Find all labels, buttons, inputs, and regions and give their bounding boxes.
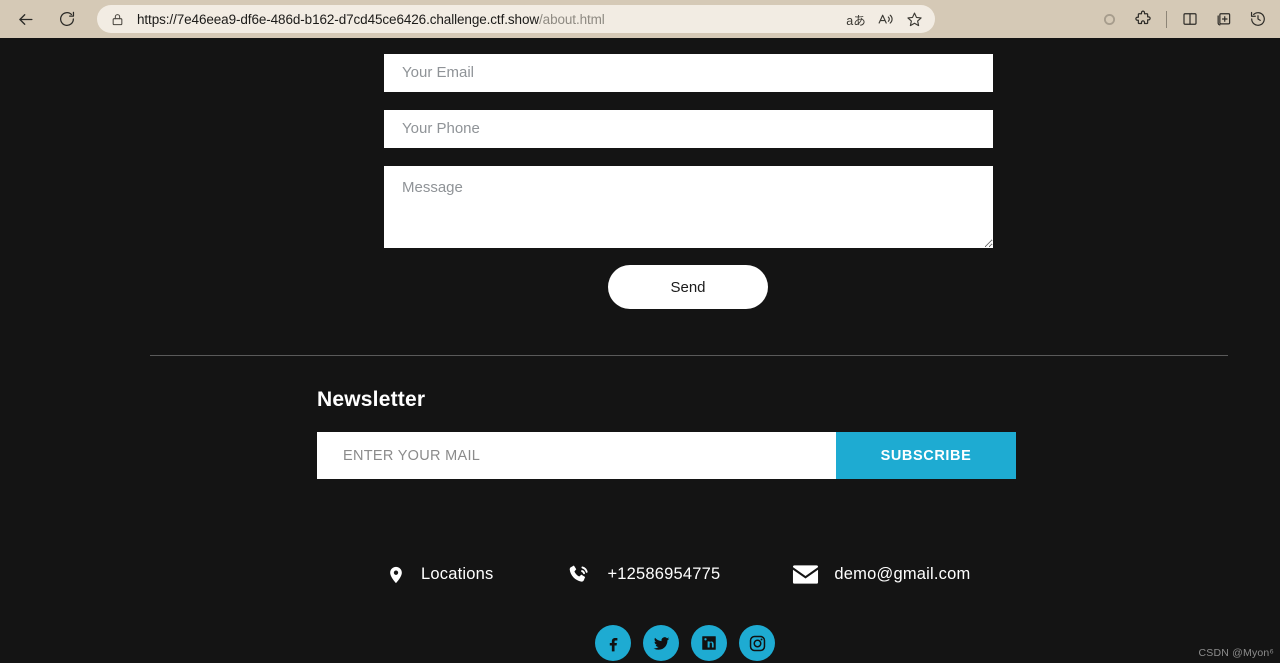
address-bar-actions: aあ xyxy=(843,5,927,33)
footer-divider xyxy=(150,355,1228,356)
split-screen-icon[interactable] xyxy=(1174,3,1206,35)
toolbar-separator xyxy=(1166,10,1167,28)
reload-icon xyxy=(60,11,75,27)
browser-reload-button[interactable] xyxy=(51,3,83,35)
contact-form xyxy=(384,54,993,248)
envelope-icon xyxy=(792,564,819,585)
instagram-icon xyxy=(749,635,765,651)
browser-back-button[interactable] xyxy=(9,3,41,35)
location-pin-icon xyxy=(386,563,406,587)
twitter-icon xyxy=(653,636,669,650)
contact-info-row: Locations +12586954775 demo@gmail.com xyxy=(386,562,970,587)
instagram-link[interactable] xyxy=(739,625,775,661)
history-icon[interactable] xyxy=(1242,3,1274,35)
extensions-puzzle-icon[interactable] xyxy=(1127,3,1159,35)
newsletter-email-input[interactable] xyxy=(317,432,836,479)
send-button[interactable]: Send xyxy=(608,265,768,309)
back-arrow-icon xyxy=(18,13,33,25)
address-bar[interactable]: https://7e46eea9-df6e-486d-b162-d7cd45ce… xyxy=(97,5,935,33)
collections-icon[interactable] xyxy=(1208,3,1240,35)
translate-icon[interactable]: aあ xyxy=(843,6,869,32)
contact-label-email: demo@gmail.com xyxy=(834,565,971,583)
linkedin-icon xyxy=(702,636,716,650)
url-domain: https://7e46eea9-df6e-486d-b162-d7cd45ce… xyxy=(137,11,540,27)
favorite-star-icon[interactable] xyxy=(901,6,927,32)
contact-item-email[interactable]: demo@gmail.com xyxy=(792,564,970,585)
contact-item-locations[interactable]: Locations xyxy=(386,563,493,587)
contact-label-phone: +12586954775 xyxy=(607,565,721,583)
phone-ringing-icon xyxy=(567,562,592,587)
page-content: Send Newsletter SUBSCRIBE Locations xyxy=(0,38,1280,663)
twitter-link[interactable] xyxy=(643,625,679,661)
lock-icon xyxy=(109,11,125,27)
browser-toolbar-right xyxy=(1093,0,1274,38)
phone-field[interactable] xyxy=(384,110,993,148)
copilot-icon[interactable] xyxy=(1093,3,1125,35)
browser-toolbar: https://7e46eea9-df6e-486d-b162-d7cd45ce… xyxy=(0,0,1280,38)
contact-item-phone[interactable]: +12586954775 xyxy=(567,562,720,587)
url-text: https://7e46eea9-df6e-486d-b162-d7cd45ce… xyxy=(137,12,605,27)
newsletter-heading: Newsletter xyxy=(317,388,426,411)
facebook-link[interactable] xyxy=(595,625,631,661)
newsletter-form: SUBSCRIBE xyxy=(317,432,1016,479)
watermark-text: CSDN @Myon⁶ xyxy=(1198,647,1274,659)
message-field[interactable] xyxy=(384,166,993,248)
email-field[interactable] xyxy=(384,54,993,92)
read-aloud-icon[interactable] xyxy=(872,6,898,32)
subscribe-button[interactable]: SUBSCRIBE xyxy=(836,432,1016,479)
contact-label-locations: Locations xyxy=(421,565,494,583)
social-links-row xyxy=(595,625,775,661)
newsletter-section: Newsletter SUBSCRIBE xyxy=(317,388,1016,479)
facebook-icon xyxy=(609,637,617,651)
linkedin-link[interactable] xyxy=(691,625,727,661)
url-path: /about.html xyxy=(539,11,605,27)
